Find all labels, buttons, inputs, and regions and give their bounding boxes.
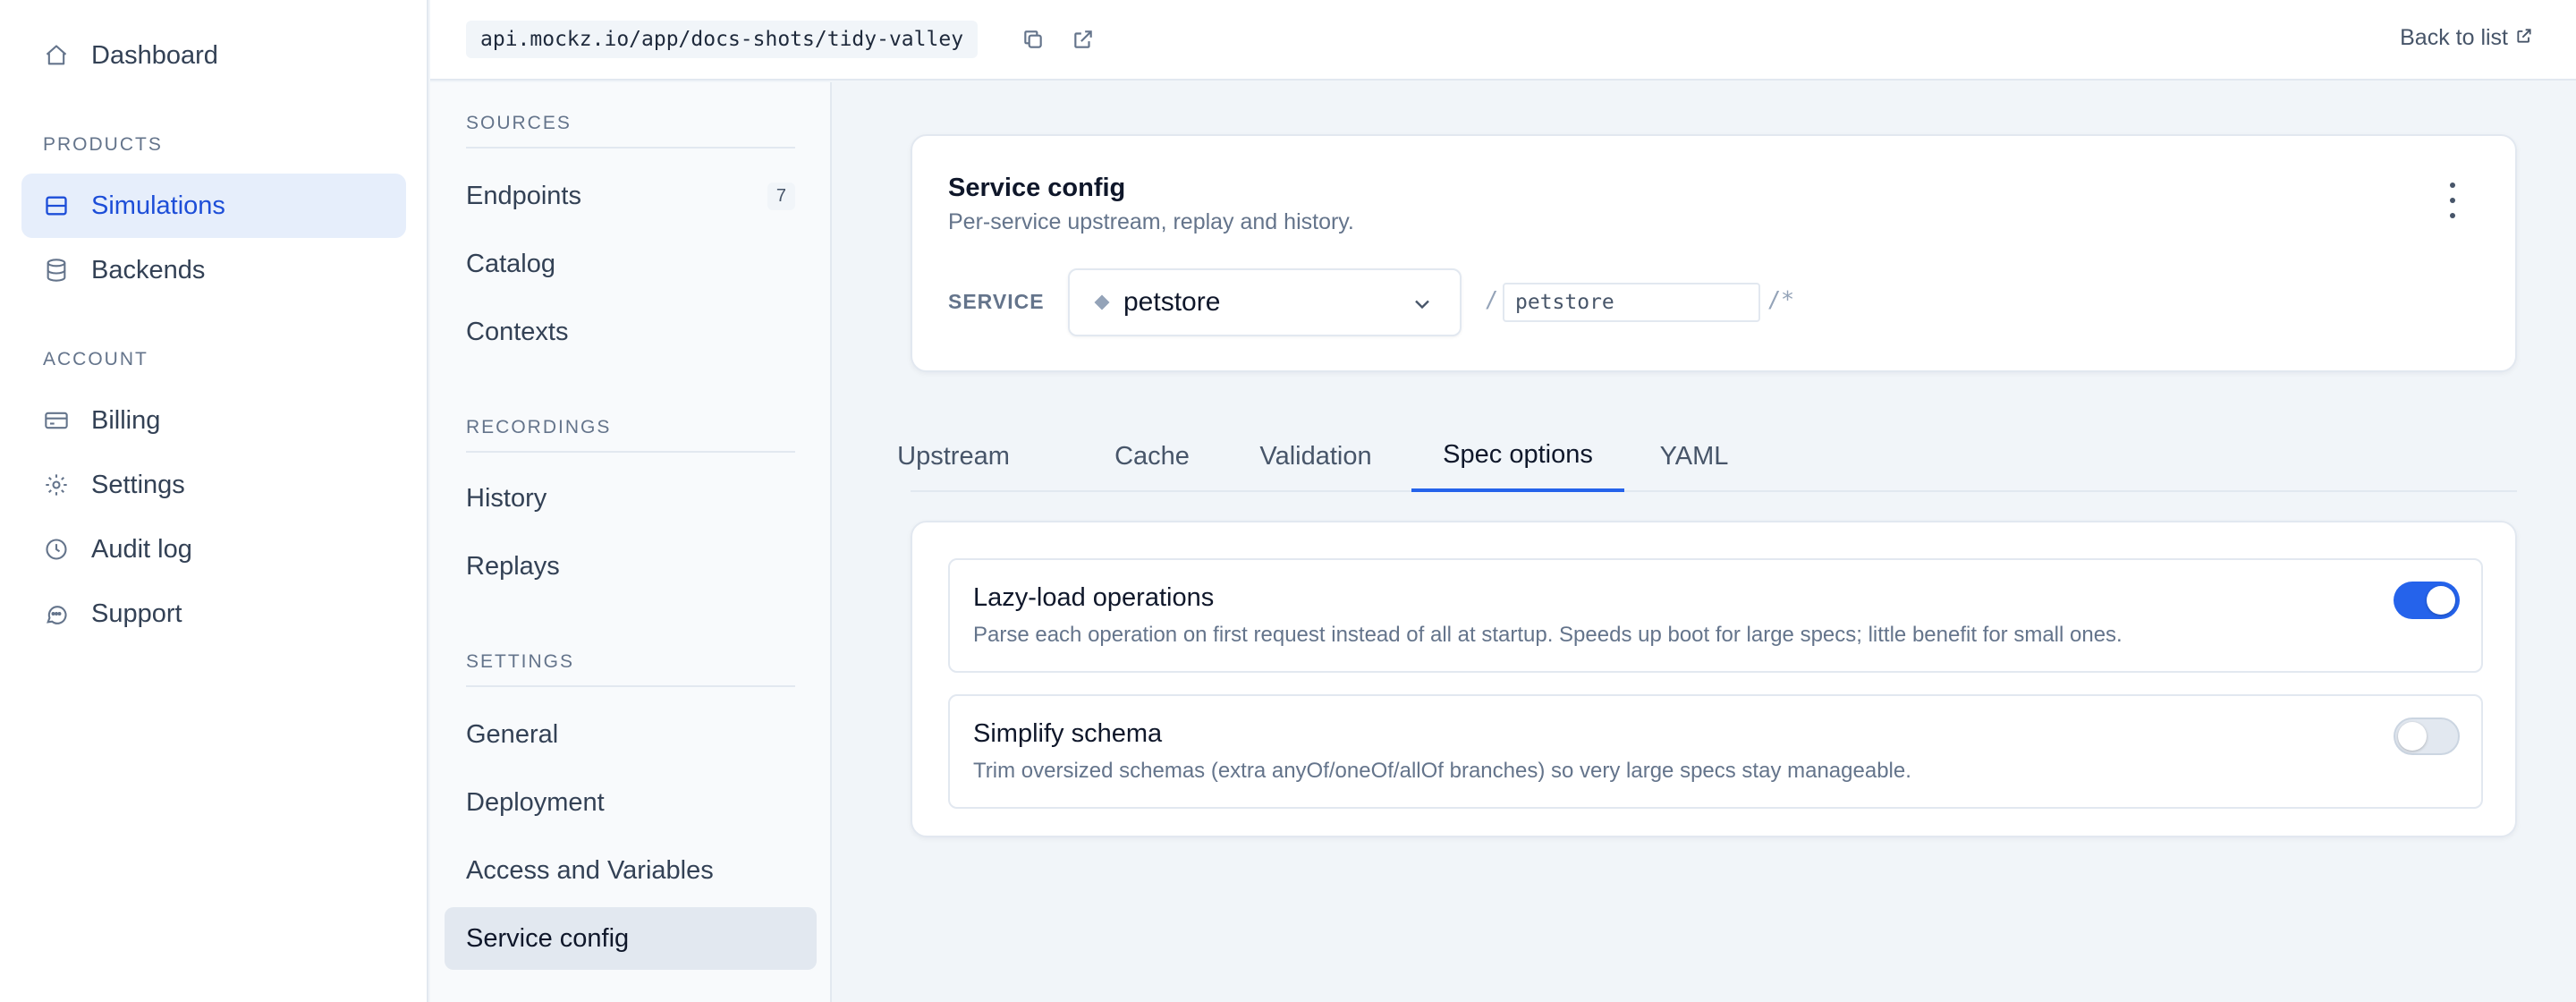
subnav-item-access-variables[interactable]: Access and Variables [445,839,817,902]
option-description: Trim oversized schemas (extra anyOf/oneO… [973,759,1911,783]
subnav-item-endpoints[interactable]: Endpoints 7 [445,165,817,227]
tab-validation[interactable]: Validation [1258,420,1374,492]
subnav-item-label: Access and Variables [466,855,714,885]
back-to-list-label: Back to list [2400,25,2508,50]
option-simplify-schema: Simplify schema Trim oversized schemas (… [948,694,2483,809]
nav-item-support[interactable]: Support [21,582,406,646]
recordings-heading: RECORDINGS [466,417,795,453]
option-lazy-load: Lazy-load operations Parse each operatio… [948,558,2483,673]
subnav-item-label: Deployment [466,787,605,817]
simplify-schema-toggle[interactable] [2394,718,2460,755]
nav-item-label: Audit log [91,534,192,564]
subnav-item-label: Endpoints [466,181,581,210]
nav-item-label: Dashboard [91,40,218,70]
lazy-load-toggle[interactable] [2394,582,2460,619]
path-suffix: /* [1767,286,1795,312]
main-content: Service config Per-service upstream, rep… [834,82,2576,1002]
gear-icon [43,471,70,498]
tab-spec-options[interactable]: Spec options [1411,420,1624,492]
nav-item-label: Billing [91,405,161,435]
subnav-item-contexts[interactable]: Contexts [445,301,817,363]
clock-icon [43,536,70,563]
subnav-item-general[interactable]: General [445,703,817,766]
main-sidebar: Dashboard PRODUCTS Simulations Backends … [0,0,428,1002]
external-link-icon[interactable] [1069,25,1097,54]
config-tabs: Upstream Cache Validation Spec options Y… [897,420,2517,492]
nav-item-label: Backends [91,255,206,284]
nav-item-settings[interactable]: Settings [21,453,406,517]
subnav-item-catalog[interactable]: Catalog [445,233,817,295]
toggle-knob [2427,586,2455,615]
nav-item-billing[interactable]: Billing [21,388,406,453]
spec-options-card: Lazy-load operations Parse each operatio… [911,521,2517,837]
nav-item-label: Support [91,599,182,628]
external-link-icon [2515,25,2533,51]
nav-item-dashboard[interactable]: Dashboard [21,23,406,88]
nav-item-label: Simulations [91,191,225,220]
url-display: api.mockz.io/app/docs-shots/tidy-valley [466,21,979,58]
products-heading: PRODUCTS [43,134,163,155]
subnav-item-history[interactable]: History [445,467,817,530]
nav-item-backends[interactable]: Backends [21,238,406,302]
settings-heading: SETTINGS [466,651,795,687]
subnav-item-label: Replays [466,551,560,581]
option-title: Simplify schema [973,719,1163,748]
subnav-item-label: General [466,719,559,749]
top-bar: api.mockz.io/app/docs-shots/tidy-valley … [430,0,2576,81]
back-to-list-link[interactable]: Back to list [2400,25,2533,51]
path-prefix: / [1485,286,1499,312]
service-config-card: Service config Per-service upstream, rep… [911,134,2517,372]
copy-icon[interactable] [1019,25,1047,54]
subnav-item-deployment[interactable]: Deployment [445,771,817,834]
card-subtitle: Per-service upstream, replay and history… [948,209,1354,234]
tab-cache[interactable]: Cache [1114,420,1190,492]
subnav-item-label: Service config [466,923,630,953]
subnav-item-service-config[interactable]: Service config [445,907,817,970]
service-select[interactable]: petstore [1068,268,1462,336]
sources-heading: SOURCES [466,113,795,149]
card-title: Service config [948,174,1126,202]
option-title: Lazy-load operations [973,583,1215,612]
toggle-knob [2398,722,2427,751]
credit-card-icon [43,407,70,434]
service-select-value: petstore [1123,287,1221,317]
more-options-icon[interactable] [2444,183,2462,218]
path-input[interactable] [1503,283,1760,322]
subnav-item-label: Catalog [466,249,555,278]
subnav-item-replays[interactable]: Replays [445,535,817,598]
nav-item-label: Settings [91,470,185,499]
nav-item-audit-log[interactable]: Audit log [21,517,406,582]
count-badge: 7 [767,182,795,210]
diamond-icon [1094,294,1110,310]
layout-icon [43,192,70,219]
chat-icon [43,600,70,627]
subnav-item-label: History [466,483,547,513]
tab-upstream[interactable]: Upstream [897,420,1010,492]
database-icon [43,257,70,284]
chevron-down-icon [1410,292,1435,324]
service-label: SERVICE [948,290,1045,313]
account-heading: ACCOUNT [43,349,148,369]
tab-yaml[interactable]: YAML [1657,420,1732,492]
subnav-item-label: Contexts [466,317,569,346]
home-icon [43,42,70,69]
option-description: Parse each operation on first request in… [973,623,2123,647]
nav-item-simulations[interactable]: Simulations [21,174,406,238]
secondary-nav: SOURCES Endpoints 7 Catalog Contexts REC… [430,82,832,1002]
